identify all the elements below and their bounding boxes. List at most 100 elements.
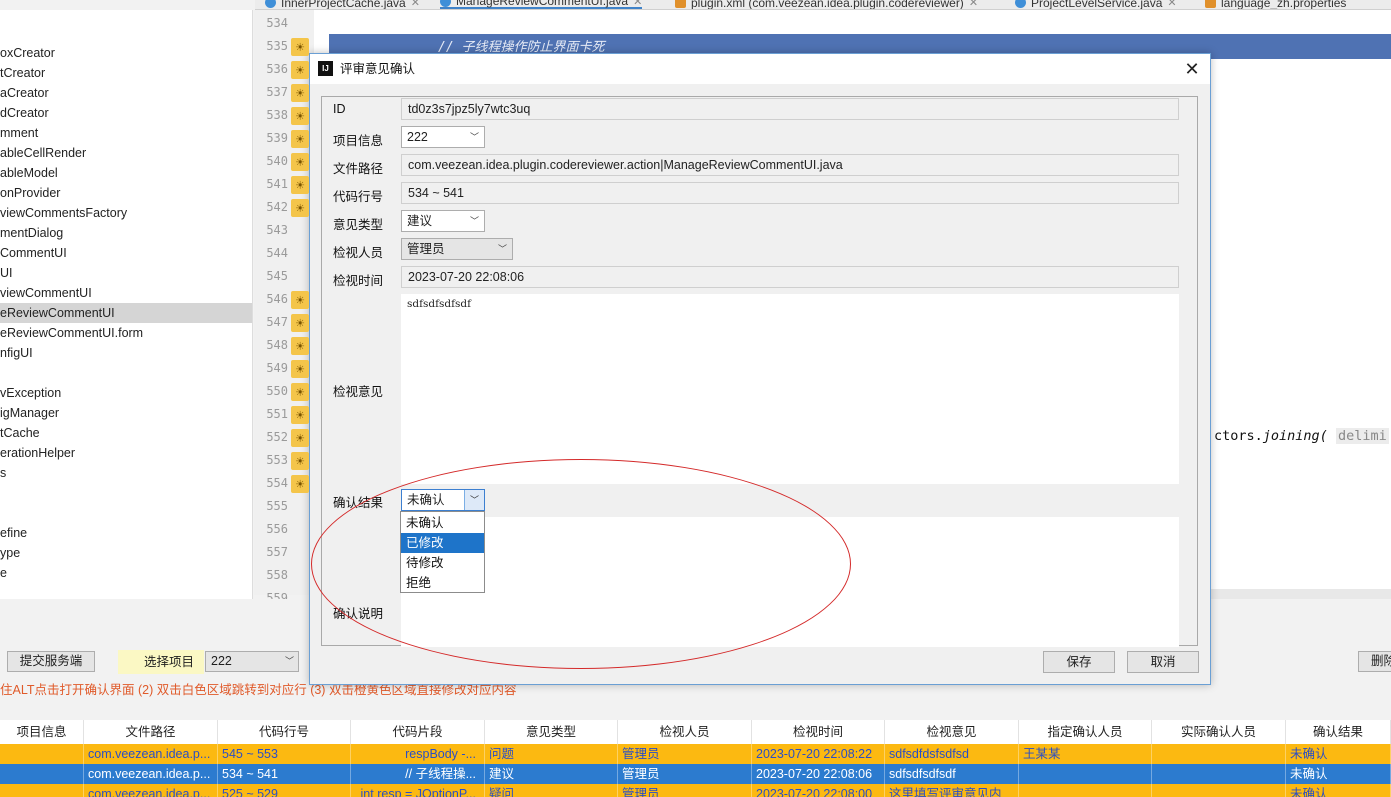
column-header[interactable]: 代码片段 [351,720,485,744]
tree-item[interactable]: ableCellRender [0,143,252,163]
intention-bulb-icon[interactable]: ☀ [291,38,309,56]
close-icon[interactable]: ✕ [411,0,420,9]
intention-bulb-icon[interactable]: ☀ [291,176,309,194]
id-field[interactable]: td0z3s7jpz5ly7wtc3uq [401,98,1179,120]
tree-item[interactable]: UI [0,263,252,283]
tree-item[interactable]: dCreator [0,103,252,123]
editor-tab[interactable]: ManageReviewCommentUI.java ✕ [440,0,643,9]
column-header[interactable]: 意见类型 [485,720,618,744]
save-button[interactable]: 保存 [1043,651,1115,673]
editor-tab[interactable]: ProjectLevelService.java ✕ [1015,0,1177,9]
column-header[interactable]: 代码行号 [218,720,351,744]
tree-item[interactable]: mentDialog [0,223,252,243]
tree-item[interactable]: eReviewCommentUI [0,303,252,323]
project-select[interactable]: 222 ﹀ [205,651,299,672]
table-cell[interactable] [1152,744,1286,764]
result-option[interactable]: 已修改 [401,533,484,553]
intention-bulb-icon[interactable]: ☀ [291,406,309,424]
cancel-button[interactable]: 取消 [1127,651,1199,673]
table-cell[interactable]: 2023-07-20 22:08:00 [752,784,885,797]
tree-item[interactable]: igManager [0,403,252,423]
table-cell[interactable]: 疑问 [485,784,618,797]
result-option[interactable]: 拒绝 [401,573,484,593]
explain-textarea[interactable] [401,517,1179,647]
opinion-textarea[interactable]: sdfsdfsdfsdf [401,294,1179,484]
result-option[interactable]: 未确认 [401,513,484,533]
table-row[interactable]: com.veezean.idea.p... 545 ~ 553 respBody -… [0,744,1391,764]
table-cell[interactable]: 管理员 [618,784,752,797]
column-header[interactable]: 检视意见 [885,720,1019,744]
close-icon[interactable]: ✕ [1167,0,1176,9]
editor-tab[interactable]: language_zh.properties [1205,0,1346,9]
reviewer-combo[interactable]: 管理员 ﹀ [401,238,513,260]
tree-item[interactable] [0,503,252,523]
tree-item[interactable] [0,363,252,383]
tree-item[interactable]: erationHelper [0,443,252,463]
tree-item[interactable]: mment [0,123,252,143]
table-cell[interactable]: sdfsdfsdfsdf [885,764,1019,784]
tree-item[interactable]: e [0,563,252,583]
table-cell[interactable]: 2023-07-20 22:08:06 [752,764,885,784]
tree-item[interactable]: efine [0,523,252,543]
intention-bulb-icon[interactable]: ☀ [291,291,309,309]
tree-item[interactable]: eReviewCommentUI.form [0,323,252,343]
intention-bulb-icon[interactable]: ☀ [291,61,309,79]
tree-item[interactable]: viewCommentsFactory [0,203,252,223]
column-header[interactable]: 检视时间 [752,720,885,744]
table-cell[interactable]: // 子线程操... [351,764,485,784]
column-header[interactable]: 检视人员 [618,720,752,744]
tree-item[interactable]: oxCreator [0,43,252,63]
result-combo[interactable]: 未确认 ﹀ [401,489,485,511]
tree-item[interactable]: vException [0,383,252,403]
table-cell[interactable] [1152,764,1286,784]
close-icon[interactable]: ✕ [969,0,978,9]
table-cell[interactable]: com.veezean.idea.p... [84,744,218,764]
intention-bulb-icon[interactable]: ☀ [291,383,309,401]
table-cell[interactable]: 这里填写评审意见内 [885,784,1019,797]
table-cell[interactable]: 建议 [485,764,618,784]
table-cell[interactable] [0,764,84,784]
chevron-down-icon[interactable]: ﹀ [464,490,484,510]
tree-item[interactable]: ype [0,543,252,563]
table-cell[interactable]: com.veezean.idea.p... [84,784,218,797]
editor-tab[interactable]: InnerProjectCache.java ✕ [265,0,420,9]
table-cell[interactable]: respBody -... [351,744,485,764]
table-cell[interactable]: 2023-07-20 22:08:22 [752,744,885,764]
editor-tab[interactable]: plugin.xml (com.veezean.idea.plugin.code… [675,0,978,9]
intention-bulb-icon[interactable]: ☀ [291,429,309,447]
column-header[interactable]: 指定确认人员 [1019,720,1152,744]
intention-bulb-icon[interactable]: ☀ [291,199,309,217]
column-header[interactable]: 项目信息 [0,720,84,744]
tree-item[interactable]: tCache [0,423,252,443]
table-row[interactable]: com.veezean.idea.p... 534 ~ 541// 子线程操...… [0,764,1391,784]
intention-bulb-icon[interactable]: ☀ [291,130,309,148]
submit-server-button[interactable]: 提交服务端 [7,651,95,672]
table-cell[interactable]: int resp = JOptionP... [351,784,485,797]
tree-item[interactable]: onProvider [0,183,252,203]
lines-field[interactable]: 534 ~ 541 [401,182,1179,204]
tree-item[interactable]: s [0,463,252,483]
project-combo[interactable]: 222 ﹀ [401,126,485,148]
table-cell[interactable]: 525 ~ 529 [218,784,351,797]
table-cell[interactable]: 管理员 [618,744,752,764]
table-cell[interactable]: com.veezean.idea.p... [84,764,218,784]
table-cell[interactable]: 未确认 [1286,784,1391,797]
path-field[interactable]: com.veezean.idea.plugin.codereviewer.act… [401,154,1179,176]
delete-button[interactable]: 删除 [1358,651,1391,672]
intention-bulb-icon[interactable]: ☀ [291,360,309,378]
table-cell[interactable]: 管理员 [618,764,752,784]
table-cell[interactable]: 问题 [485,744,618,764]
table-cell[interactable]: 545 ~ 553 [218,744,351,764]
close-icon[interactable]: ✕ [633,0,642,8]
close-icon[interactable]: ✕ [1182,59,1202,79]
table-row[interactable]: com.veezean.idea.p... 525 ~ 529 int resp =… [0,784,1391,797]
tree-item[interactable] [0,483,252,503]
column-header[interactable]: 实际确认人员 [1152,720,1286,744]
column-header[interactable]: 确认结果 [1286,720,1391,744]
result-option[interactable]: 待修改 [401,553,484,573]
type-combo[interactable]: 建议 ﹀ [401,210,485,232]
tree-item[interactable]: tCreator [0,63,252,83]
intention-bulb-icon[interactable]: ☀ [291,84,309,102]
time-field[interactable]: 2023-07-20 22:08:06 [401,266,1179,288]
table-cell[interactable] [1152,784,1286,797]
